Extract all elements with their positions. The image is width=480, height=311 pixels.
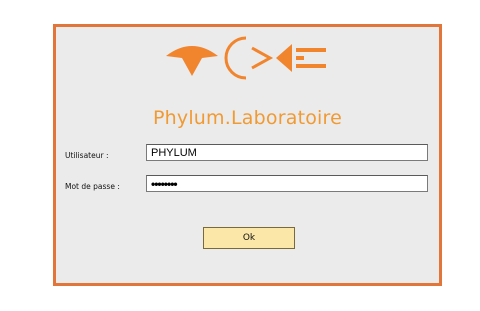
logo-leaf-shape (166, 46, 218, 76)
password-label: Mot de passe : (65, 182, 120, 191)
phylum-logo-icon (166, 36, 326, 80)
password-input[interactable] (146, 175, 428, 192)
login-dialog: Phylum.Laboratoire Utilisateur : Mot de … (53, 24, 442, 286)
username-input[interactable] (146, 144, 428, 161)
logo-bar-top (296, 48, 326, 52)
logo-chevron-shape (251, 46, 274, 70)
logo-arrow-shape (276, 44, 292, 72)
app-title: Phylum.Laboratoire (152, 107, 343, 129)
logo-bar-bottom (296, 64, 326, 68)
username-label: Utilisateur : (65, 151, 109, 160)
logo-bar-mid (296, 56, 304, 60)
logo-arc-shape (224, 36, 247, 80)
ok-button[interactable]: Ok (203, 227, 295, 249)
